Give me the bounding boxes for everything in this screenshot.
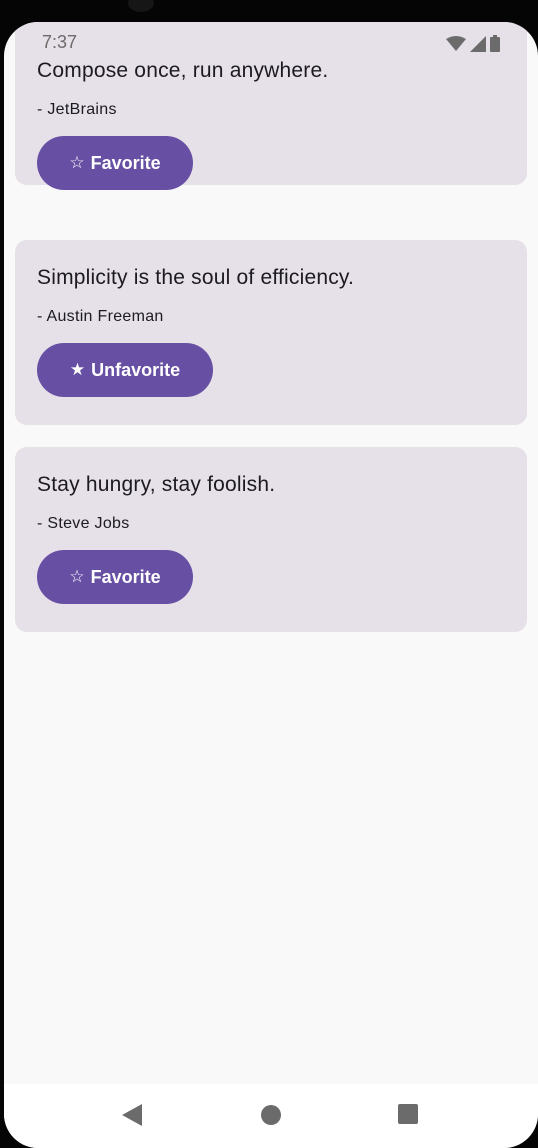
status-bar: 7:37 — [4, 32, 538, 56]
unfavorite-button-label: Unfavorite — [91, 359, 181, 380]
favorite-button-label: Favorite — [90, 152, 161, 173]
quote-text: Compose once, run anywhere. — [37, 59, 329, 82]
cellular-signal-icon — [470, 35, 486, 52]
home-icon[interactable] — [260, 1104, 282, 1126]
star-outline-icon: ☆ — [69, 153, 85, 173]
back-icon[interactable] — [122, 1104, 142, 1126]
navigation-bar — [4, 1084, 538, 1148]
quote-card: Simplicity is the soul of efficiency. - … — [15, 240, 527, 425]
quote-author: - Austin Freeman — [37, 308, 164, 325]
unfavorite-button[interactable]: ★ Unfavorite — [37, 343, 213, 397]
quote-text: Stay hungry, stay foolish. — [37, 473, 276, 496]
quote-card: Stay hungry, stay foolish. - Steve Jobs … — [15, 447, 527, 632]
star-filled-icon: ★ — [69, 360, 86, 380]
favorite-button[interactable]: ☆ Favorite — [37, 136, 193, 190]
favorite-button-label: Favorite — [90, 566, 161, 587]
quote-list[interactable]: Compose once, run anywhere. - JetBrains … — [4, 22, 538, 1084]
status-icons — [446, 35, 500, 52]
status-time: 7:37 — [42, 32, 78, 52]
recents-icon[interactable] — [398, 1104, 418, 1124]
quote-author: - JetBrains — [37, 101, 117, 118]
quote-author: - Steve Jobs — [37, 515, 130, 532]
app-screen: Compose once, run anywhere. - JetBrains … — [4, 22, 538, 1148]
favorite-button[interactable]: ☆ Favorite — [37, 550, 193, 604]
quote-text: Simplicity is the soul of efficiency. — [37, 266, 355, 289]
wifi-icon — [446, 35, 466, 51]
star-outline-icon: ☆ — [69, 567, 85, 587]
device-frame: Compose once, run anywhere. - JetBrains … — [0, 0, 538, 1148]
front-camera — [128, 0, 154, 12]
battery-icon — [490, 35, 500, 52]
